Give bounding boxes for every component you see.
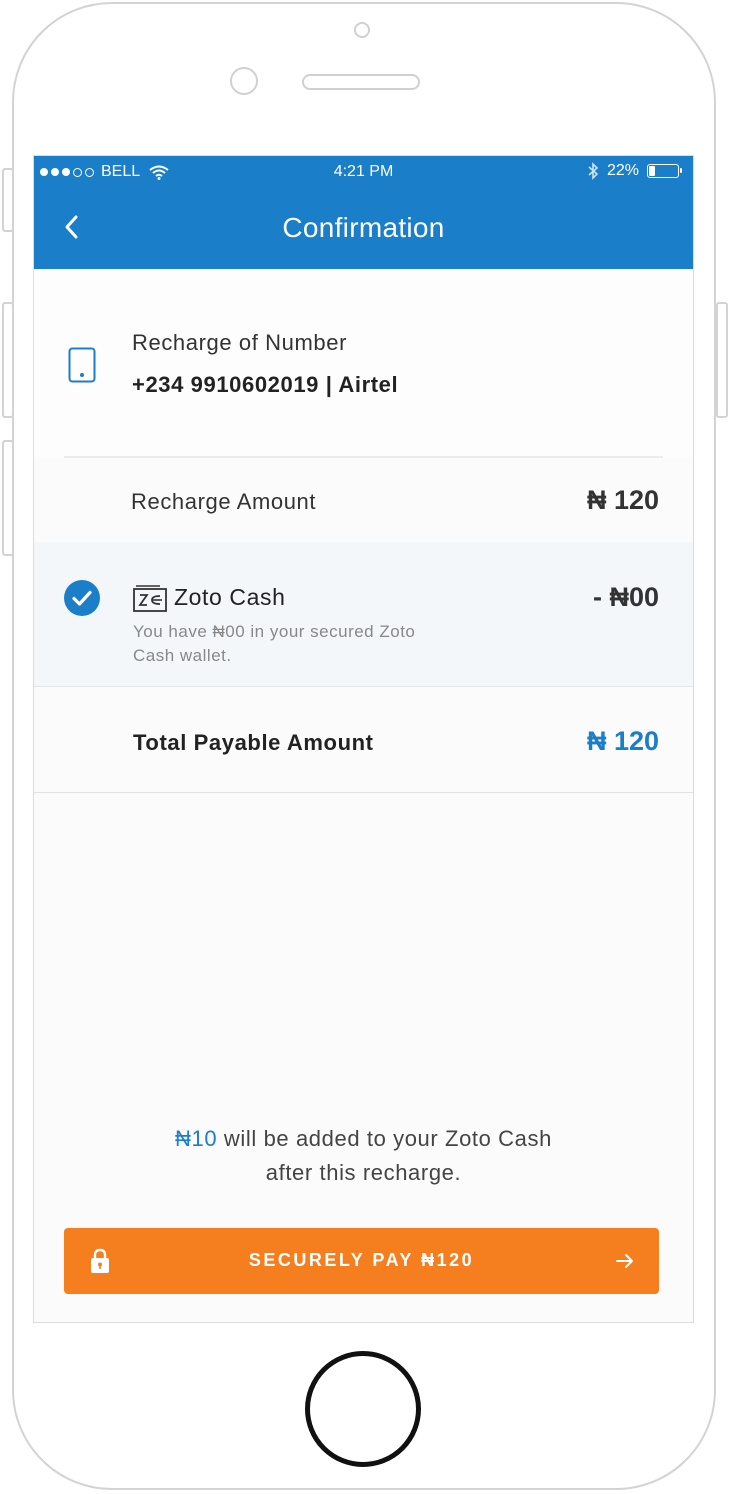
- cashback-amount: ₦10: [175, 1126, 218, 1151]
- recharge-amount-value: ₦ 120: [586, 485, 659, 515]
- recharge-number-label: Recharge of Number: [132, 330, 348, 355]
- page-title: Confirmation: [282, 212, 445, 243]
- securely-pay-button[interactable]: SECURELY PAY ₦120: [64, 1228, 659, 1294]
- smartphone-icon: [68, 347, 96, 383]
- total-payable-label: Total Payable Amount: [133, 730, 374, 755]
- nav-bar: Confirmation: [34, 188, 693, 269]
- cashback-text-line1: will be added to your Zoto Cash: [217, 1126, 552, 1151]
- recharge-amount-label: Recharge Amount: [131, 489, 317, 514]
- proximity-sensor: [230, 67, 258, 95]
- securely-pay-label: SECURELY PAY ₦120: [248, 1250, 475, 1270]
- bluetooth-icon: [588, 162, 599, 180]
- zoto-cash-option[interactable]: Zoto Cash You have ₦00 in your secured Z…: [34, 542, 693, 687]
- recharge-number-section: [34, 269, 693, 457]
- divider: [34, 792, 693, 793]
- app-screen: BELL 4:21 PM 22% Confirmation Recharge o…: [33, 155, 694, 1323]
- cashback-note: ₦10 will be added to your Zoto Cash afte…: [34, 1122, 693, 1190]
- home-button[interactable]: [305, 1351, 421, 1467]
- earpiece-speaker: [302, 74, 420, 90]
- cashback-text-line2: after this recharge.: [265, 1160, 462, 1185]
- battery-percent: 22%: [606, 162, 639, 179]
- status-right: 22%: [587, 162, 682, 180]
- divider: [64, 456, 663, 458]
- zoto-cash-description: You have ₦00 in your secured Zoto Cash w…: [133, 622, 416, 665]
- total-payable-value: ₦ 120: [586, 726, 659, 756]
- power-button: [716, 302, 728, 418]
- zoto-cash-value: - ₦00: [592, 582, 659, 612]
- zoto-cash-icon: [133, 585, 167, 612]
- status-bar: BELL 4:21 PM 22%: [34, 156, 693, 188]
- arrow-right-icon: [616, 1254, 633, 1268]
- recharge-number-value: +234 9910602019 | Airtel: [132, 372, 399, 397]
- front-camera: [354, 22, 370, 38]
- zoto-cash-title: Zoto Cash: [174, 584, 286, 610]
- battery-icon: [647, 164, 682, 178]
- check-circle-icon[interactable]: [64, 580, 100, 616]
